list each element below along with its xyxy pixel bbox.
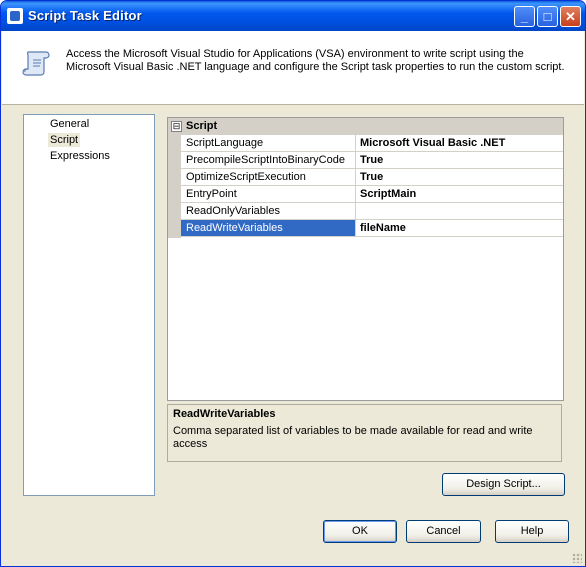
property-value[interactable]: Microsoft Visual Basic .NET [357,135,565,151]
property-value[interactable]: ScriptMain [357,186,565,202]
property-value[interactable]: fileName [357,220,565,236]
property-row-entry-point[interactable]: EntryPoint ScriptMain [181,186,563,203]
property-description-panel: ReadWriteVariables Comma separated list … [167,404,562,462]
resize-grip-icon[interactable] [572,553,582,563]
property-name[interactable]: PrecompileScriptIntoBinaryCode [181,152,356,168]
property-row-script-language[interactable]: ScriptLanguage Microsoft Visual Basic .N… [181,135,563,152]
header-panel: Access the Microsoft Visual Studio for A… [2,31,584,105]
collapse-icon[interactable]: ⊟ [171,121,182,132]
property-name[interactable]: ReadOnlyVariables [181,203,356,219]
property-value[interactable] [357,203,565,219]
minimize-button[interactable]: _ [514,6,535,27]
property-name[interactable]: ScriptLanguage [181,135,356,151]
cancel-button[interactable]: Cancel [406,520,481,543]
property-name[interactable]: ReadWriteVariables [181,220,356,236]
nav-item-script[interactable]: Script [48,133,81,147]
property-row-optimize[interactable]: OptimizeScriptExecution True [181,169,563,186]
script-scroll-icon [22,51,50,76]
grid-gutter [168,135,181,238]
script-task-icon [7,8,23,24]
description-text: Comma separated list of variables to be … [173,425,533,450]
property-category-script[interactable]: ⊟ Script [168,118,563,135]
design-script-button[interactable]: Design Script... [442,473,565,496]
page-navigation-list[interactable]: General Script Expressions [23,114,155,496]
property-grid[interactable]: ⊟ Script ScriptLanguage Microsoft Visual… [167,117,564,401]
property-name[interactable]: EntryPoint [181,186,356,202]
property-row-readwrite-variables[interactable]: ReadWriteVariables fileName [181,220,563,237]
title-bar[interactable]: Script Task Editor _ □ ✕ [1,1,585,31]
property-name[interactable]: OptimizeScriptExecution [181,169,356,185]
maximize-button[interactable]: □ [537,6,558,27]
property-row-readonly-variables[interactable]: ReadOnlyVariables [181,203,563,220]
property-value[interactable]: True [357,169,565,185]
property-value[interactable]: True [357,152,565,168]
ok-button[interactable]: OK [323,520,397,543]
script-task-editor-window: Script Task Editor _ □ ✕ Access the Micr… [0,0,586,567]
property-row-precompile[interactable]: PrecompileScriptIntoBinaryCode True [181,152,563,169]
category-label: Script [186,120,218,132]
header-description: Access the Microsoft Visual Studio for A… [66,48,565,73]
close-button[interactable]: ✕ [560,6,581,27]
window-title: Script Task Editor [28,8,142,23]
help-button[interactable]: Help [495,520,569,543]
nav-item-expressions[interactable]: Expressions [48,149,112,163]
nav-item-general[interactable]: General [48,117,91,131]
description-title: ReadWriteVariables [173,408,276,420]
